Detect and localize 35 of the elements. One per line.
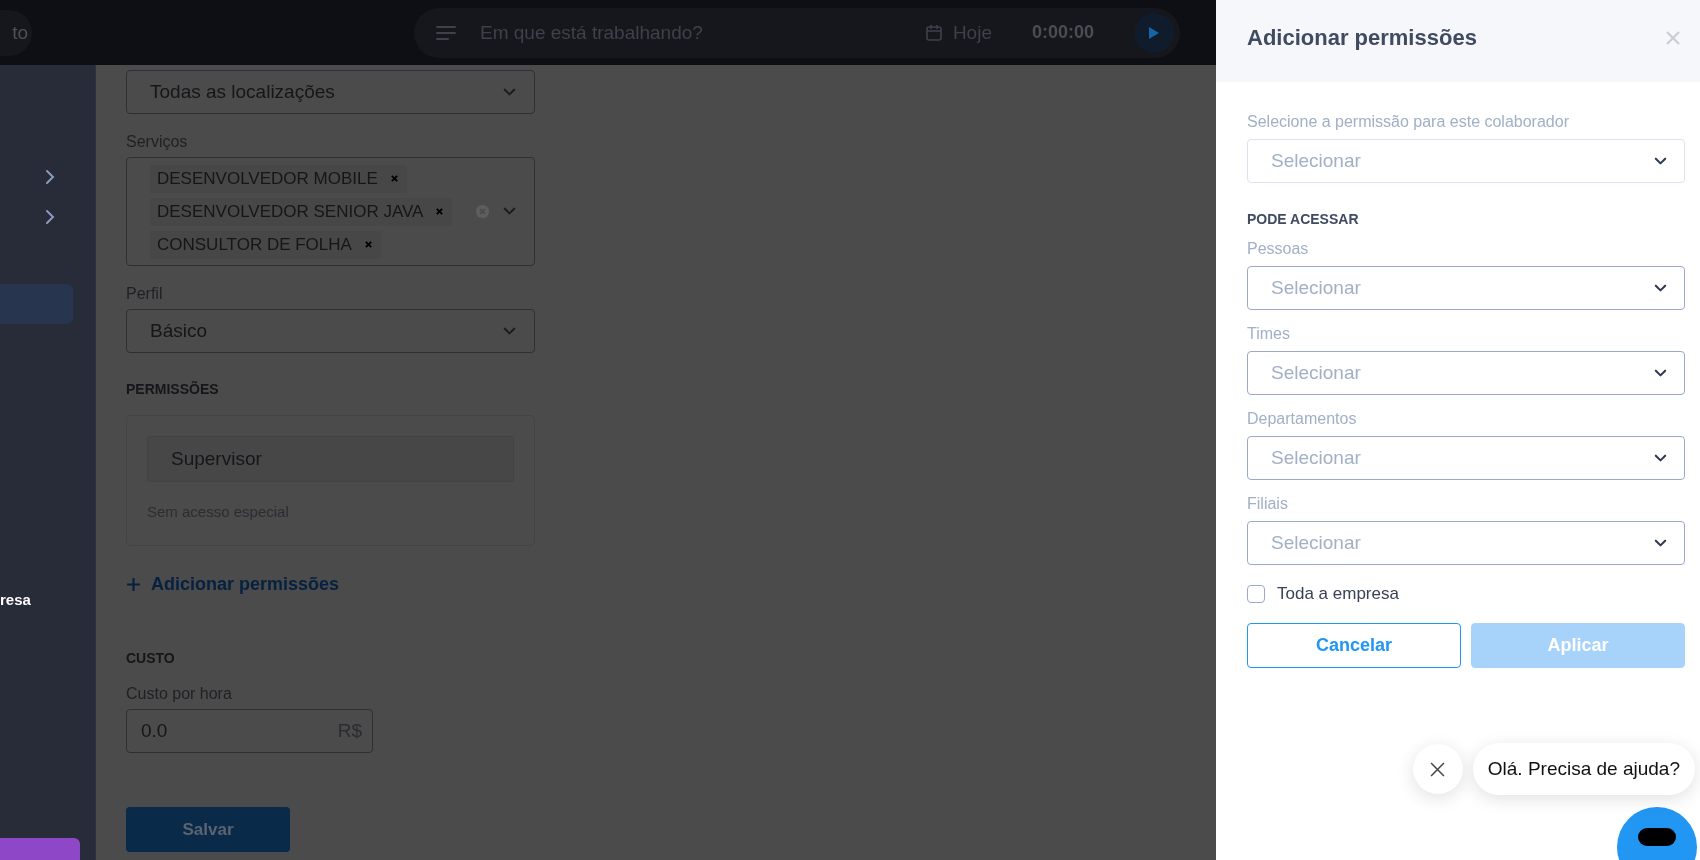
section-heading: PODE ACESSAR (1247, 211, 1360, 227)
permission-select[interactable]: Selecionar (1247, 139, 1685, 183)
user-button[interactable]: to (0, 9, 32, 56)
sidebar-button[interactable] (0, 838, 80, 860)
access-select[interactable]: Selecionar (1247, 266, 1685, 310)
drawer-title: Adicionar permissões (1247, 25, 1477, 51)
checkbox-label: Toda a empresa (1277, 584, 1399, 604)
save-button[interactable]: Salvar (126, 807, 290, 852)
add-permission-link[interactable]: Adicionar permissões (126, 574, 340, 595)
access-select[interactable]: Selecionar (1247, 436, 1685, 480)
play-button[interactable] (1134, 12, 1174, 53)
play-icon (1148, 25, 1160, 40)
calendar-icon (923, 23, 944, 42)
close-icon (363, 240, 373, 249)
access-select[interactable]: Selecionar (1247, 521, 1685, 565)
plus-icon (126, 577, 141, 592)
field-label: Selecione a permissão para este colaborador (1247, 113, 1570, 132)
chat-icon (1637, 827, 1677, 847)
close-icon (389, 174, 399, 183)
close-icon (1666, 31, 1680, 45)
chat-message: Olá. Precisa de ajuda? (1472, 743, 1695, 795)
access-select[interactable]: Selecionar (1247, 351, 1685, 395)
chevron-right-icon (45, 209, 55, 225)
timer-text: 0:00:00 (1031, 22, 1094, 43)
close-icon (435, 207, 445, 216)
field-label: Pessoas (1247, 240, 1310, 259)
chevron-right-icon (45, 169, 55, 185)
field-label: Departamentos (1247, 410, 1358, 429)
field-label: Filiais (1247, 495, 1289, 514)
cancel-button[interactable]: Cancelar (1247, 623, 1461, 668)
sidebar-item[interactable]: resa (0, 579, 80, 619)
close-icon (1430, 761, 1446, 777)
menu-icon (436, 23, 456, 42)
checkbox[interactable] (1247, 585, 1265, 603)
field-label: Times (1247, 325, 1291, 344)
